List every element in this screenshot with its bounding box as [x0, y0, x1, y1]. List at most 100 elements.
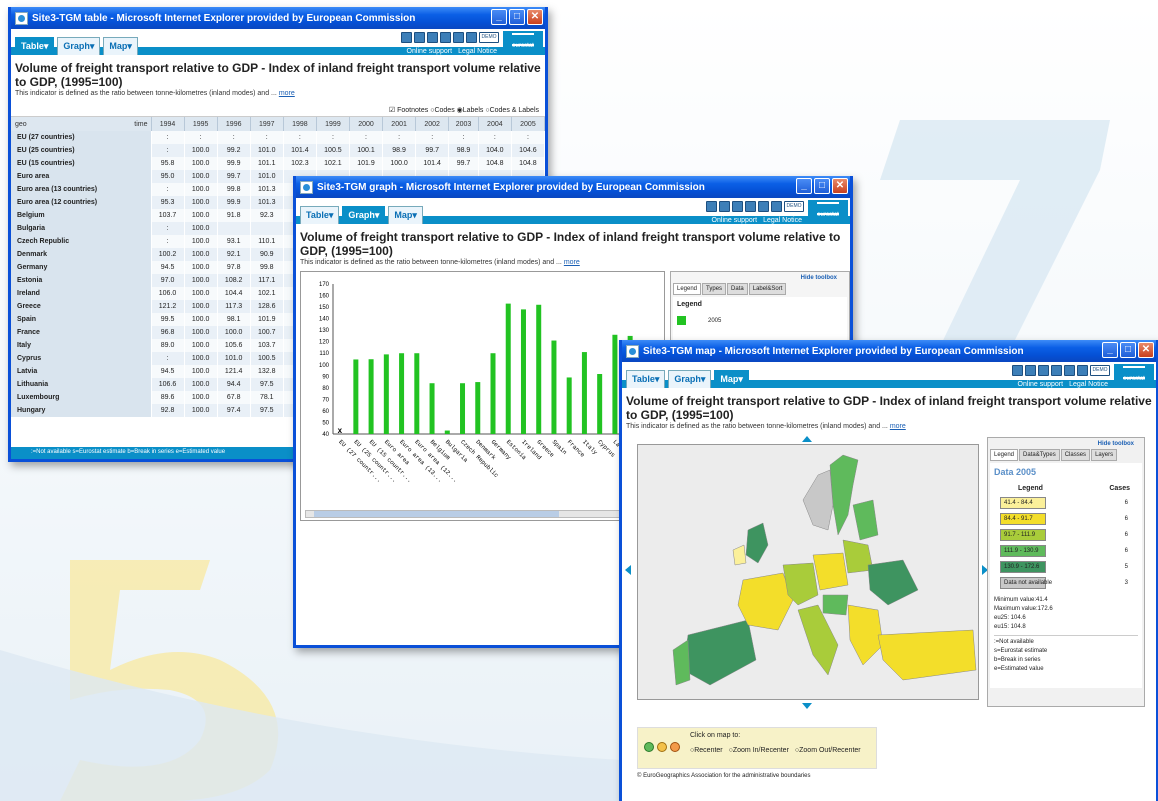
globe-tool-icon[interactable] [644, 742, 654, 752]
window-icon[interactable] [1077, 365, 1088, 376]
row-geo[interactable]: Lithuania [11, 378, 152, 391]
row-geo[interactable]: Euro area (12 countries) [11, 196, 152, 209]
print-icon[interactable] [1064, 365, 1075, 376]
pan-up-arrow[interactable] [802, 436, 812, 442]
more-link[interactable]: more [564, 259, 580, 266]
row-geo[interactable]: Spain [11, 313, 152, 326]
table-window-titlebar[interactable]: Site3-TGM table - Microsoft Internet Exp… [11, 7, 545, 29]
row-geo[interactable]: Estonia [11, 274, 152, 287]
tab-graph[interactable]: Graph▾ [57, 37, 101, 55]
row-geo[interactable]: EU (25 countries) [11, 144, 152, 157]
zoom-in-icon[interactable] [657, 742, 667, 752]
info-icon[interactable] [732, 201, 743, 212]
legal-notice-link[interactable]: Legal Notice [763, 217, 802, 224]
more-link[interactable]: more [279, 90, 295, 97]
row-geo[interactable]: Greece [11, 300, 152, 313]
tab-map[interactable]: Map▾ [103, 37, 138, 55]
minimize-button[interactable]: _ [491, 9, 507, 25]
demo-button[interactable]: DEMO [479, 32, 499, 43]
close-button[interactable]: ✕ [527, 9, 543, 25]
save-icon[interactable] [1051, 365, 1062, 376]
pan-left-arrow[interactable] [625, 565, 631, 575]
tab-table[interactable]: Table▾ [626, 370, 666, 388]
grid-icon[interactable] [401, 32, 412, 43]
toolbox-tab[interactable]: Legend [990, 449, 1019, 461]
print-icon[interactable] [758, 201, 769, 212]
legend-range: 91.7 - 111.9 [1004, 532, 1036, 538]
map-area[interactable] [637, 444, 979, 700]
row-geo[interactable]: EU (27 countries) [11, 131, 152, 144]
tab-map[interactable]: Map▾ [388, 206, 423, 224]
print-icon[interactable] [453, 32, 464, 43]
info-icon[interactable] [1038, 365, 1049, 376]
window-icon[interactable] [771, 201, 782, 212]
table-icon[interactable] [719, 201, 730, 212]
row-geo[interactable]: Belgium [11, 209, 152, 222]
row-geo[interactable]: Euro area (13 countries) [11, 183, 152, 196]
chart-scrollbar[interactable] [305, 510, 660, 518]
toolbox-tab[interactable]: Data [727, 283, 748, 295]
row-geo[interactable]: Germany [11, 261, 152, 274]
row-geo[interactable]: Latvia [11, 365, 152, 378]
toolbox-tab[interactable]: Data&Types [1019, 449, 1060, 461]
pan-down-arrow[interactable] [802, 703, 812, 709]
europe-choropleth-map[interactable] [638, 445, 979, 700]
globe-icon[interactable] [1012, 365, 1023, 376]
save-icon[interactable] [745, 201, 756, 212]
toolbox-tab[interactable]: Legend [673, 283, 702, 295]
tab-table[interactable]: Table▾ [300, 206, 340, 224]
map-radio-option[interactable]: ○Zoom In/Recenter [729, 747, 789, 754]
footnotes-checkbox[interactable]: ☑ [389, 107, 395, 114]
scrollbar-thumb[interactable] [314, 511, 559, 517]
table-icon[interactable] [1025, 365, 1036, 376]
zoom-out-icon[interactable] [670, 742, 680, 752]
row-geo[interactable]: EU (15 countries) [11, 157, 152, 170]
more-link[interactable]: more [890, 423, 906, 430]
chart-icon[interactable] [706, 201, 717, 212]
toolbox-tab[interactable]: Layers [1091, 449, 1118, 461]
toolbox-tab[interactable]: Types [702, 283, 727, 295]
online-support-link[interactable]: Online support [712, 217, 758, 224]
row-geo[interactable]: Ireland [11, 287, 152, 300]
online-support-link[interactable]: Online support [1018, 381, 1064, 388]
maximize-button[interactable]: □ [509, 9, 525, 25]
toolbox-tab[interactable]: Label&Sort [748, 283, 787, 295]
tab-table[interactable]: Table▾ [15, 37, 55, 55]
row-geo[interactable]: Euro area [11, 170, 152, 183]
maximize-button[interactable]: □ [1120, 342, 1136, 358]
legal-notice-link[interactable]: Legal Notice [1069, 381, 1108, 388]
row-geo[interactable]: Hungary [11, 404, 152, 417]
row-geo[interactable]: France [11, 326, 152, 339]
hide-toolbox-link[interactable]: Hide toolbox [988, 438, 1144, 447]
tab-graph[interactable]: Graph▾ [342, 206, 386, 224]
table-cell: 104.4 [217, 287, 251, 300]
close-button[interactable]: ✕ [832, 178, 848, 194]
demo-button[interactable]: DEMO [784, 201, 804, 212]
row-geo[interactable]: Cyprus [11, 352, 152, 365]
row-geo[interactable]: Czech Republic [11, 235, 152, 248]
minimize-button[interactable]: _ [1102, 342, 1118, 358]
row-geo[interactable]: Luxembourg [11, 391, 152, 404]
map-radio-option[interactable]: ○Zoom Out/Recenter [795, 747, 861, 754]
online-support-link[interactable]: Online support [407, 48, 453, 55]
close-button[interactable]: ✕ [1138, 342, 1154, 358]
demo-button[interactable]: DEMO [1090, 365, 1110, 376]
toolbox-tab[interactable]: Classes [1060, 449, 1091, 461]
table-icon[interactable] [414, 32, 425, 43]
tab-map[interactable]: Map▾ [714, 370, 749, 388]
info-icon[interactable] [427, 32, 438, 43]
hide-toolbox-link[interactable]: Hide toolbox [671, 272, 849, 281]
maximize-button[interactable]: □ [814, 178, 830, 194]
minimize-button[interactable]: _ [796, 178, 812, 194]
legal-notice-link[interactable]: Legal Notice [458, 48, 497, 55]
row-geo[interactable]: Italy [11, 339, 152, 352]
map-window-titlebar[interactable]: Site3-TGM map - Microsoft Internet Explo… [622, 340, 1156, 362]
tab-graph[interactable]: Graph▾ [668, 370, 712, 388]
row-geo[interactable]: Bulgaria [11, 222, 152, 235]
row-geo[interactable]: Denmark [11, 248, 152, 261]
map-radio-option[interactable]: ○Recenter [690, 747, 723, 754]
window-icon[interactable] [466, 32, 477, 43]
graph-window-titlebar[interactable]: Site3-TGM graph - Microsoft Internet Exp… [296, 176, 850, 198]
stat-line: Maximum value:172.6 [994, 606, 1053, 612]
save-icon[interactable] [440, 32, 451, 43]
